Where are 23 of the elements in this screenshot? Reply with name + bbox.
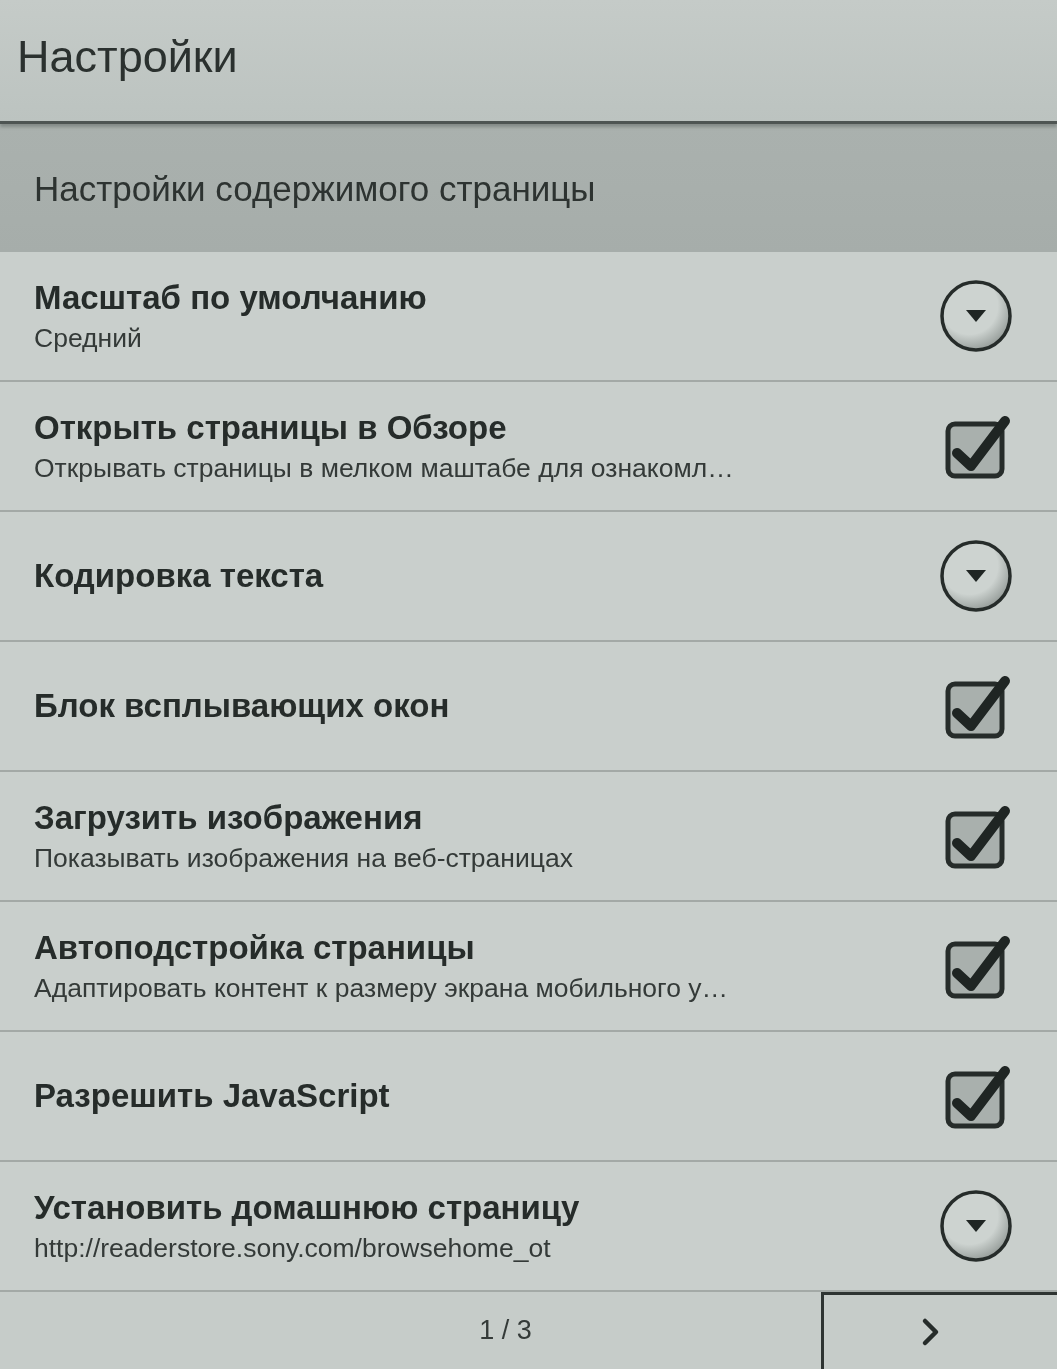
- checkbox[interactable]: [945, 413, 1013, 479]
- page-indicator: 1 / 3: [479, 1315, 532, 1346]
- setting-title: Автоподстройка страницы: [34, 928, 476, 967]
- chevron-right-icon: [920, 1317, 941, 1347]
- checkbox[interactable]: [945, 933, 1013, 999]
- setting-description: Показывать изображения на веб-страницах: [34, 842, 573, 874]
- setting-title: Установить домашнюю страницу: [34, 1188, 580, 1227]
- setting-title: Разрешить JavaScript: [34, 1077, 390, 1115]
- setting-title: Открыть страницы в Обзоре: [34, 408, 508, 447]
- setting-description: http://readerstore.sony.com/browsehome_ot: [34, 1232, 552, 1264]
- checkbox[interactable]: [945, 673, 1013, 739]
- setting-title: Загрузить изображения: [34, 798, 424, 837]
- checkbox[interactable]: [945, 1063, 1013, 1129]
- setting-title: Масштаб по умолчанию: [34, 278, 427, 317]
- setting-title: Кодировка текста: [34, 557, 324, 595]
- screen-title: Настройки: [17, 34, 238, 79]
- checkbox[interactable]: [945, 803, 1013, 869]
- next-page-button[interactable]: [821, 1292, 1057, 1369]
- section-title: Настройки содержимого страницы: [34, 170, 596, 206]
- setting-description: Адаптировать контент к размеру экрана мобильного у…: [34, 972, 728, 1004]
- setting-description: Средний: [34, 322, 143, 354]
- setting-title: Блок всплывающих окон: [34, 687, 450, 725]
- setting-description: Открывать страницы в мелком маштабе для ознакомл…: [34, 452, 734, 484]
